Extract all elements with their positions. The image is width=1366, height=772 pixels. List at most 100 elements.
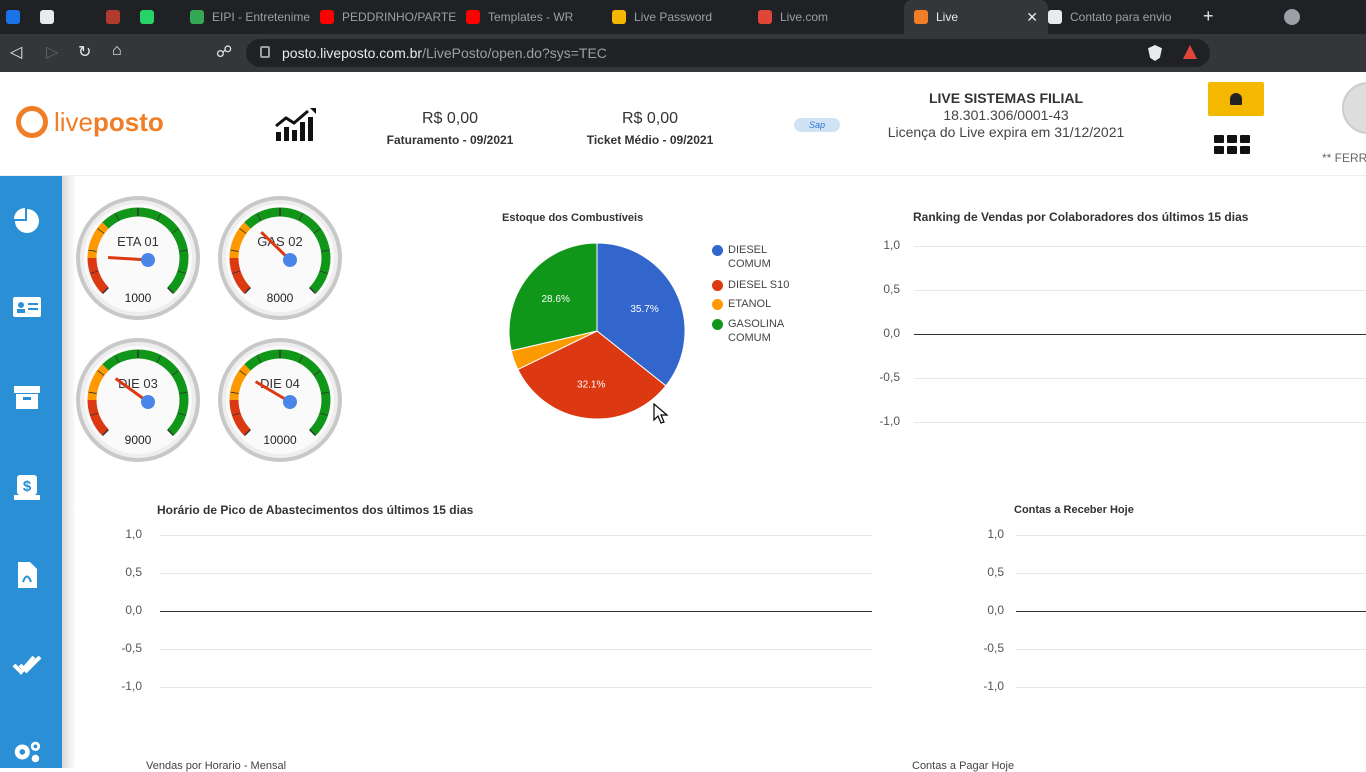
stock-pie-chart: 35.7% 32.1% 28.6% (508, 242, 686, 420)
faturamento-value: R$ 0,00 (421, 110, 479, 127)
gauge-hub (141, 395, 155, 409)
logo-text-posto: posto (93, 106, 164, 137)
legend-item[interactable]: DIESEL COMUM (712, 243, 798, 271)
y-tick-label: 0,5 (125, 565, 142, 579)
bookmark-icon[interactable]: ☍ (216, 42, 232, 62)
payables-title: Contas a Pagar Hoje (912, 760, 1015, 772)
box-icon[interactable] (12, 382, 42, 412)
ticket-medio-label: Ticket Médio - 09/2021 (586, 133, 714, 147)
browser-tab[interactable] (40, 0, 68, 34)
browser-tab-bar: EIPI - Entretenimento PEDDRINHO/PARTE Temp… (0, 0, 1366, 34)
pie-chart-icon[interactable] (12, 206, 42, 236)
legend-item[interactable]: DIESEL S10 (712, 278, 798, 292)
gauge-hub (283, 253, 297, 267)
url-bar[interactable]: posto.liveposto.com.br/LivePosto/open.do… (246, 39, 1210, 67)
tank-gauge: DIE 03 9000 (74, 336, 202, 464)
browser-tab[interactable]: Templates - WR (466, 0, 606, 34)
zero-baseline (1016, 611, 1366, 612)
gauge-value: 1000 (125, 291, 152, 305)
legend-item[interactable]: GASOLINA COMUM (712, 317, 798, 345)
reload-icon[interactable]: ↻ (78, 42, 91, 62)
id-card-icon[interactable] (12, 292, 42, 322)
gridline (914, 422, 1366, 423)
receivable-chart-title: Contas a Receber Hoje (1014, 504, 1134, 516)
tab-label: Live.com (780, 10, 829, 24)
tab-label: Live (936, 10, 959, 24)
gauge-hub (141, 253, 155, 267)
gauge-value: 10000 (263, 433, 297, 447)
forward-icon[interactable]: ▷ (46, 42, 58, 62)
tab-label: EIPI - Entretenimento (212, 10, 310, 24)
close-tab-icon[interactable]: ✕ (1026, 9, 1038, 26)
browser-tab[interactable] (106, 0, 134, 34)
gauge-hub (283, 395, 297, 409)
notifications-button[interactable] (1208, 82, 1264, 116)
back-icon[interactable]: ◁ (10, 42, 22, 62)
y-tick-label: 0,0 (125, 603, 142, 617)
peak-chart-title: Horário de Pico de Abastecimentos dos úl… (157, 503, 474, 517)
tab-favicon-icon (40, 10, 54, 24)
tab-favicon-icon (612, 10, 626, 24)
gridline (160, 573, 872, 574)
y-tick-label: 0,0 (987, 603, 1004, 617)
tank-gauge: GAS 02 8000 (216, 194, 344, 322)
new-tab-button[interactable]: + (1203, 6, 1214, 27)
gauge-label: ETA 01 (117, 234, 159, 249)
grid-cell (1227, 145, 1237, 154)
browser-tab[interactable] (6, 0, 34, 34)
browser-tab[interactable]: EIPI - Entretenimento (190, 0, 310, 34)
pie-slice-label: 35.7% (630, 304, 658, 315)
browser-tab[interactable]: PEDDRINHO/PARTE (320, 0, 460, 34)
y-tick-label: 1,0 (883, 238, 900, 252)
liveposto-logo[interactable]: live posto (16, 106, 164, 138)
mouse-cursor-icon (653, 403, 669, 424)
browser-tab[interactable] (140, 0, 180, 34)
y-tick-label: -1,0 (879, 414, 900, 428)
browser-tab[interactable]: Live Password (612, 0, 752, 34)
legend-swatch (712, 280, 723, 291)
legend-item[interactable]: ETANOL (712, 297, 798, 311)
trending-chart-icon (275, 108, 316, 141)
gauge-dial: GAS 028000 (218, 196, 342, 320)
sales-by-hour-title: Vendas por Horario - Mensal (146, 760, 287, 772)
gridline (160, 649, 872, 650)
grid-cell (1214, 145, 1224, 154)
grid-cell (1240, 145, 1250, 154)
double-check-icon[interactable] (12, 650, 42, 680)
gauge-dial: DIE 0410000 (218, 338, 342, 462)
gridline (914, 246, 1366, 247)
browser-tab[interactable]: Live.com (758, 0, 898, 34)
license-text: Licença do Live expira em 31/12/2021 (887, 124, 1125, 140)
apps-grid-button[interactable] (1184, 122, 1280, 166)
stock-chart-title: Estoque dos Combustíveis (502, 212, 644, 224)
settings-icon[interactable] (12, 736, 42, 766)
y-tick-label: -1,0 (121, 679, 142, 693)
logo-text-live: live (54, 106, 94, 137)
tab-favicon-icon (320, 10, 334, 24)
app-header: live posto R$ 0,00 Faturamento - 09/2021 … (0, 72, 1366, 176)
browser-tab[interactable]: Contato para envio (1048, 0, 1198, 34)
home-icon[interactable]: ⌂ (112, 42, 122, 60)
gridline (914, 378, 1366, 379)
y-tick-label: -0,5 (983, 641, 1004, 655)
gridline (1016, 535, 1366, 536)
y-tick-label: -1,0 (983, 679, 1004, 693)
user-name[interactable]: ** FERR (1322, 151, 1366, 165)
partner-logo: Sap (794, 118, 840, 132)
company-name: LIVE SISTEMAS FILIAL (928, 90, 1083, 106)
money-bag-icon[interactable]: $ (12, 472, 42, 502)
user-avatar[interactable] (1342, 82, 1366, 134)
browser-tab[interactable]: Live ✕ (904, 0, 1048, 34)
legend-swatch (712, 299, 723, 310)
tab-label: Templates - WR (488, 10, 574, 24)
faturamento-label: Faturamento - 09/2021 (386, 133, 514, 147)
y-tick-label: 1,0 (125, 527, 142, 541)
pdf-file-icon[interactable] (12, 560, 42, 590)
tab-favicon-icon (106, 10, 120, 24)
ticket-medio-stat: R$ 0,00 Ticket Médio - 09/2021 (570, 110, 730, 147)
tank-gauge: ETA 01 1000 (74, 194, 202, 322)
grid-cell (1227, 134, 1237, 143)
tab-favicon-icon (140, 10, 154, 24)
lock-icon (260, 46, 270, 58)
profile-icon[interactable] (1284, 9, 1300, 25)
